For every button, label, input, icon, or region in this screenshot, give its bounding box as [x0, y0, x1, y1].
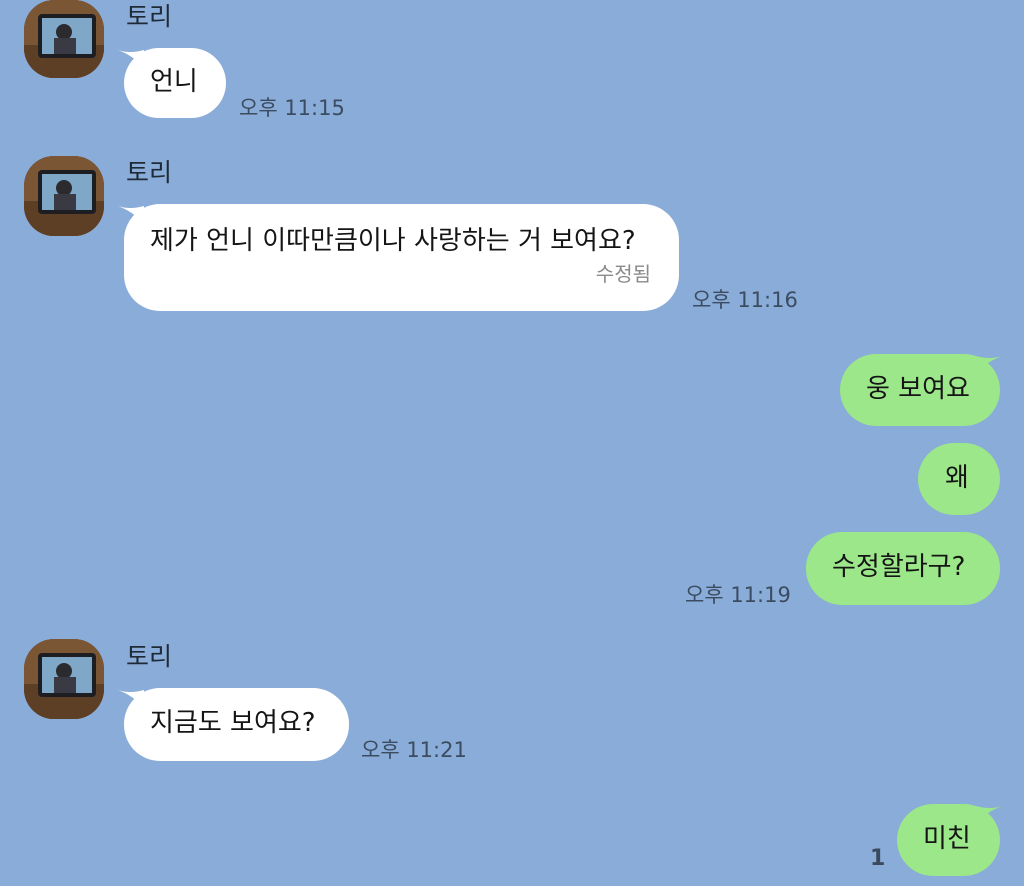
sender-name: 토리 [126, 642, 173, 671]
message-text: 웅 보여요 [866, 374, 970, 404]
message-bubble[interactable]: 웅 보여요 [840, 354, 1000, 426]
sender-name: 토리 [126, 158, 173, 187]
message-bubble[interactable]: 제가 언니 이따만큼이나 사랑하는 거 보여요? 수정됨 [124, 204, 679, 311]
message-bubble[interactable]: 수정할라구? [806, 532, 1000, 605]
message-timestamp: 오후 11:16 [692, 288, 798, 312]
message-text: 미친 [923, 824, 971, 854]
message-text: 언니 [150, 67, 198, 97]
sender-name: 토리 [126, 2, 173, 31]
edited-label: 수정됨 [595, 262, 651, 286]
message-text: 지금도 보여요? [150, 708, 316, 738]
unread-count: 1 [870, 846, 886, 871]
message-bubble[interactable]: 지금도 보여요? [124, 688, 349, 761]
message-text: 제가 언니 이따만큼이나 사랑하는 거 보여요? [150, 226, 636, 256]
message-timestamp: 오후 11:19 [685, 583, 791, 607]
profile-photo-avatar [24, 639, 104, 719]
message-bubble[interactable]: 미친 [897, 804, 1000, 876]
contact-avatar[interactable] [24, 156, 104, 236]
profile-photo-avatar [24, 0, 104, 78]
message-timestamp: 오후 11:21 [361, 738, 467, 762]
message-text: 수정할라구? [832, 552, 966, 582]
message-text: 왜 [945, 463, 969, 493]
message-bubble[interactable]: 왜 [918, 443, 1000, 515]
message-bubble[interactable]: 언니 [124, 48, 226, 118]
message-timestamp: 오후 11:15 [239, 96, 345, 120]
contact-avatar[interactable] [24, 639, 104, 719]
profile-photo-avatar [24, 156, 104, 236]
contact-avatar[interactable] [24, 0, 104, 78]
